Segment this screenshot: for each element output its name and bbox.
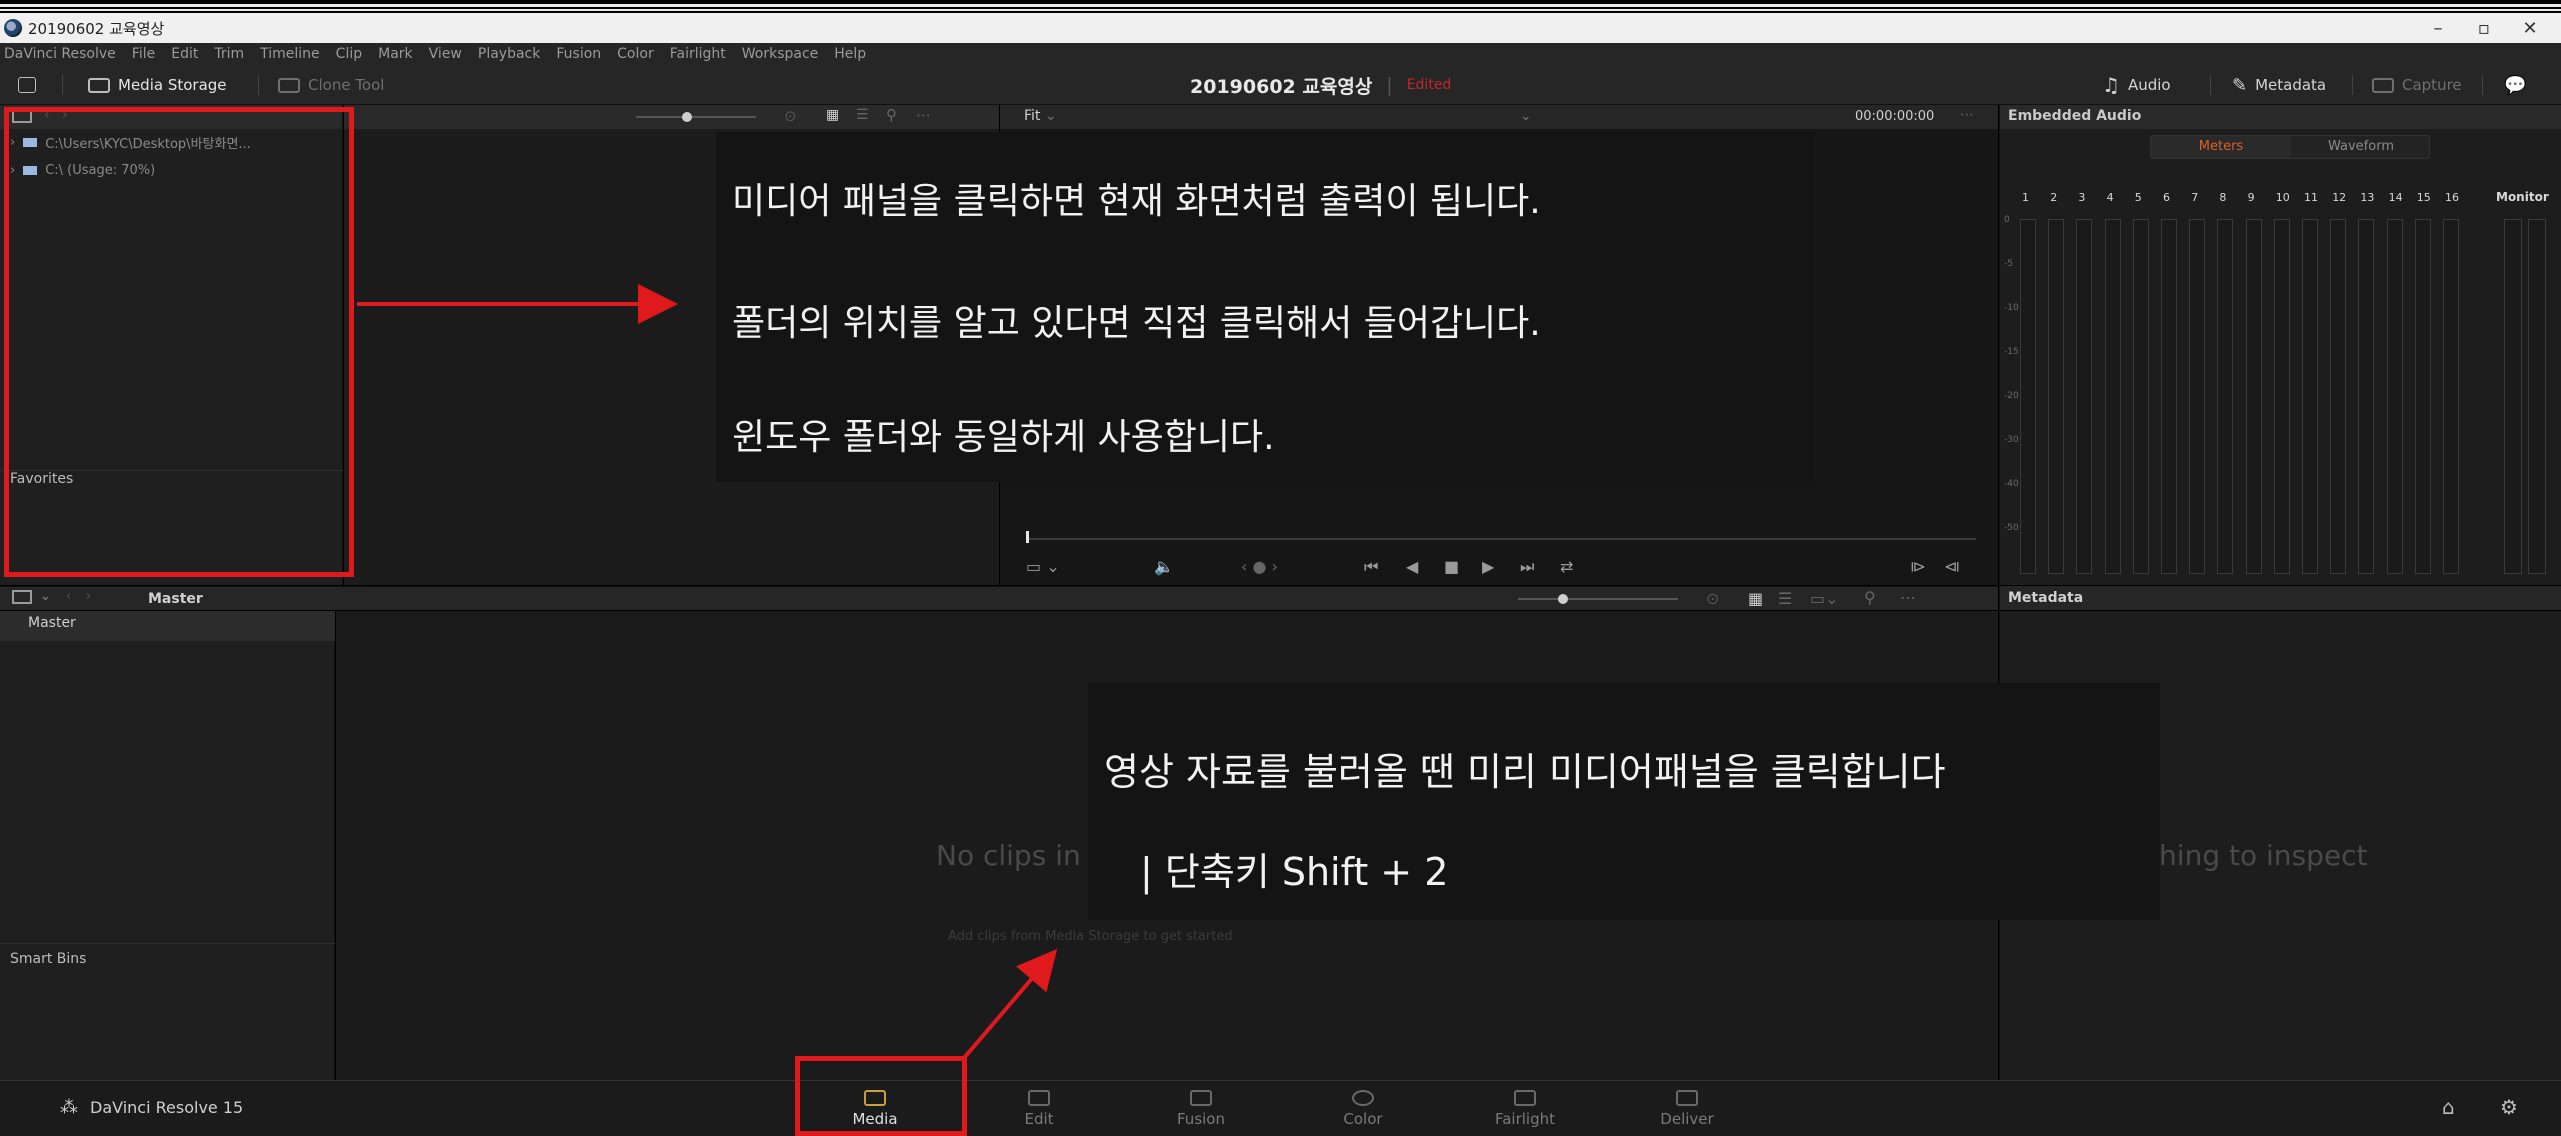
annotation-arrows — [357, 284, 1058, 1060]
arrow-to-bottom-overlay — [962, 948, 1058, 1060]
